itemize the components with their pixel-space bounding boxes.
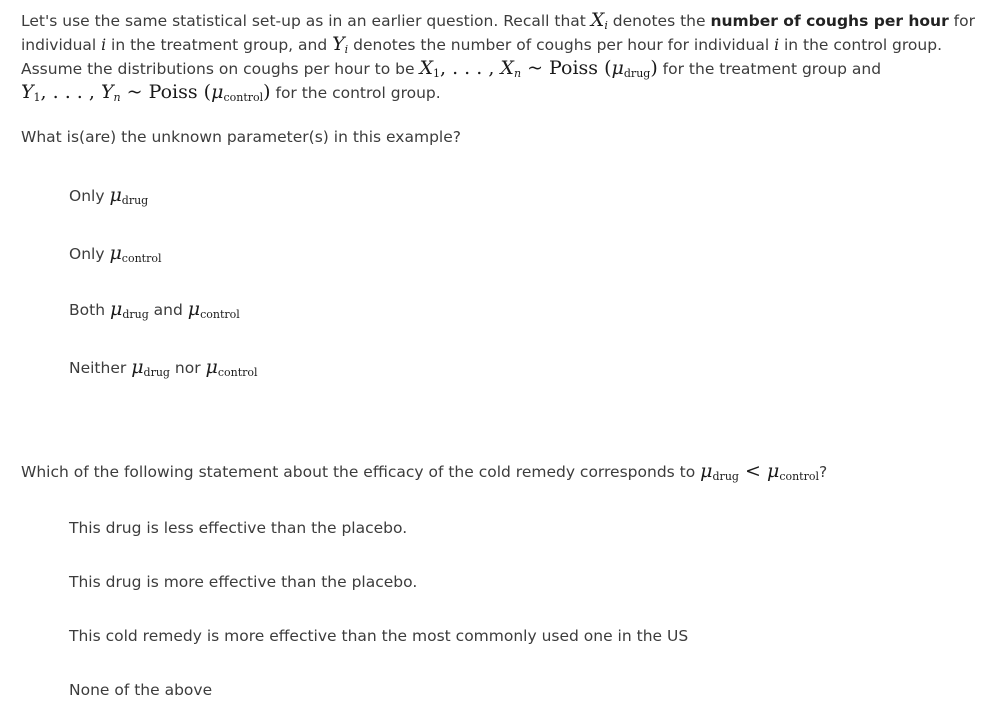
q1-option-only-mu-control[interactable]: Only μcontrol (69, 242, 161, 264)
math-mu-control: μcontrol (109, 242, 162, 265)
math-mu-control: μcontrol (205, 356, 258, 379)
math-y-i: Yi (332, 33, 349, 56)
math-mu-control: μcontrol (187, 298, 240, 321)
bold-term: number of coughs per hour (710, 12, 949, 30)
math-x-distribution: X1, . . . , Xn ~ Poiss (μdrug) (419, 57, 658, 80)
intro-text: in the treatment group, and (106, 36, 333, 54)
intro-line-4: Y1, . . . , Yn ~ Poiss (μcontrol) for th… (21, 81, 961, 105)
q1-option-only-mu-drug[interactable]: Only μdrug (69, 184, 148, 206)
intro-text: denotes the number of coughs per hour fo… (348, 36, 775, 54)
q2-option-more-effective[interactable]: This drug is more effective than the pla… (69, 573, 417, 591)
math-mu-drug: μdrug (109, 298, 149, 321)
q1-option-neither[interactable]: Neither μdrug nor μcontrol (69, 356, 258, 378)
intro-text: Let's use the same statistical set-up as… (21, 12, 591, 30)
intro-line-1: Let's use the same statistical set-up as… (21, 9, 975, 33)
quiz-page: Let's use the same statistical set-up as… (0, 0, 988, 721)
intro-text: for the control group. (270, 84, 441, 102)
intro-text: for the treatment group and (657, 60, 882, 78)
q2-option-more-effective-than-us[interactable]: This cold remedy is more effective than … (69, 627, 688, 645)
problem-intro: Let's use the same statistical set-up as… (21, 9, 975, 105)
intro-text: for (948, 12, 975, 30)
intro-text: denotes the (607, 12, 711, 30)
q1-option-both[interactable]: Both μdrug and μcontrol (69, 298, 240, 320)
math-x-i: Xi (590, 9, 608, 32)
intro-line-2: individual i in the treatment group, and… (21, 33, 961, 57)
intro-text: individual (21, 36, 102, 54)
intro-text: Assume the distributions on coughs per h… (21, 60, 420, 78)
math-mu-drug: μdrug (131, 356, 170, 379)
math-mu-drug: μdrug (109, 184, 149, 207)
question-1-prompt: What is(are) the unknown parameter(s) in… (21, 128, 461, 146)
q2-option-none-of-above[interactable]: None of the above (69, 681, 212, 699)
q2-option-less-effective[interactable]: This drug is less effective than the pla… (69, 519, 407, 537)
intro-text: in the control group. (779, 36, 942, 54)
math-y-distribution: Y1, . . . , Yn ~ Poiss (μcontrol) (21, 81, 271, 104)
math-mu-drug-lt-mu-control: μdrug < μcontrol (700, 460, 819, 483)
question-2-prompt: Which of the following statement about t… (21, 460, 828, 483)
intro-line-3: Assume the distributions on coughs per h… (21, 57, 961, 81)
